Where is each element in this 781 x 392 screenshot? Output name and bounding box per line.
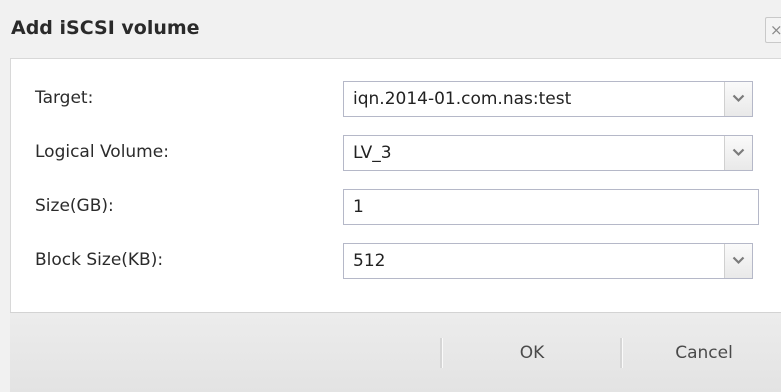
logical-volume-label: Logical Volume:: [35, 142, 169, 162]
dialog-titlebar[interactable]: Add iSCSI volume ×: [0, 0, 781, 58]
block-size-label: Block Size(KB):: [35, 250, 164, 270]
logical-volume-dropdown-trigger[interactable]: [724, 136, 752, 170]
target-label: Target:: [35, 88, 94, 108]
chevron-down-icon: [732, 148, 745, 157]
target-row: Target: iqn.2014-01.com.nas:test: [11, 81, 781, 117]
size-input[interactable]: 1: [343, 189, 759, 225]
size-row: Size(GB): 1: [11, 189, 781, 225]
size-value: 1: [353, 197, 364, 217]
form-panel: Target: iqn.2014-01.com.nas:test Logical…: [10, 58, 781, 312]
block-size-value: 512: [353, 251, 386, 271]
logical-volume-value: LV_3: [353, 143, 392, 163]
block-size-row: Block Size(KB): 512: [11, 243, 781, 279]
block-size-dropdown-trigger[interactable]: [724, 244, 752, 278]
logical-volume-row: Logical Volume: LV_3: [11, 135, 781, 171]
size-label: Size(GB):: [35, 196, 114, 216]
close-icon: ×: [770, 21, 781, 39]
button-separator: [620, 338, 623, 368]
close-button[interactable]: ×: [765, 17, 781, 43]
cancel-button[interactable]: Cancel: [634, 333, 774, 373]
target-value: iqn.2014-01.com.nas:test: [353, 89, 572, 109]
target-select[interactable]: iqn.2014-01.com.nas:test: [343, 81, 753, 117]
chevron-down-icon: [732, 94, 745, 103]
dialog-title: Add iSCSI volume: [11, 17, 200, 39]
dialog-footer: OK Cancel: [10, 312, 781, 392]
ok-button[interactable]: OK: [462, 333, 602, 373]
add-iscsi-volume-dialog: Add iSCSI volume × Target: iqn.2014-01.c…: [0, 0, 781, 392]
chevron-down-icon: [732, 256, 745, 265]
target-dropdown-trigger[interactable]: [724, 82, 752, 116]
button-separator: [440, 338, 443, 368]
block-size-select[interactable]: 512: [343, 243, 753, 279]
logical-volume-select[interactable]: LV_3: [343, 135, 753, 171]
